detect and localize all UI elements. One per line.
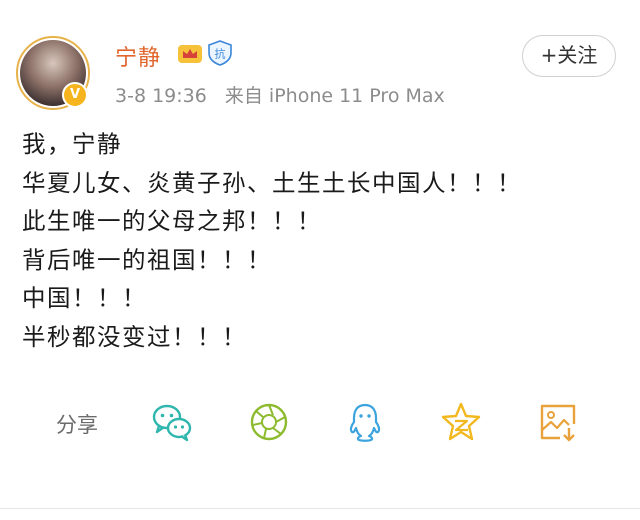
post-line: 我，宁静 bbox=[22, 130, 122, 158]
post-timestamp: 3-8 19:36 bbox=[115, 85, 207, 107]
moments-icon[interactable] bbox=[247, 400, 291, 444]
verified-badge: V bbox=[62, 82, 88, 108]
qzone-star-icon[interactable] bbox=[439, 400, 483, 444]
post-body: 我，宁静 华夏儿女、炎黄子孙、土生土长中国人！！！ 此生唯一的父母之邦！！！ 背… bbox=[22, 125, 622, 356]
kang-badge-label: 抗 bbox=[215, 47, 226, 61]
crown-icon bbox=[178, 45, 202, 63]
post-meta: 3-8 19:36 来自 iPhone 11 Pro Max bbox=[115, 81, 457, 108]
post-source: 来自 iPhone 11 Pro Max bbox=[224, 85, 445, 107]
follow-button[interactable]: +关注 bbox=[522, 35, 616, 77]
post-line: 背后唯一的祖国！！！ bbox=[22, 245, 272, 274]
wechat-icon[interactable] bbox=[150, 400, 194, 444]
avatar[interactable]: V bbox=[16, 36, 90, 110]
share-label: 分享 bbox=[56, 413, 98, 437]
post-line: 华夏儿女、炎黄子孙、土生土长中国人！！！ bbox=[22, 168, 522, 197]
divider bbox=[0, 508, 640, 509]
username[interactable]: 宁静 bbox=[115, 40, 161, 72]
post-line: 此生唯一的父母之邦！！！ bbox=[22, 207, 322, 235]
kang-badge-icon: 抗 bbox=[208, 40, 232, 66]
post-line: 中国！！！ bbox=[22, 284, 147, 312]
save-image-icon[interactable] bbox=[536, 400, 580, 444]
post-line: 半秒都没变过！！！ bbox=[22, 322, 247, 351]
qq-icon[interactable] bbox=[343, 400, 387, 444]
weibo-post-card: V 宁静 抗 3-8 19:36 来自 iPhone 11 Pro Max +关… bbox=[0, 0, 640, 520]
